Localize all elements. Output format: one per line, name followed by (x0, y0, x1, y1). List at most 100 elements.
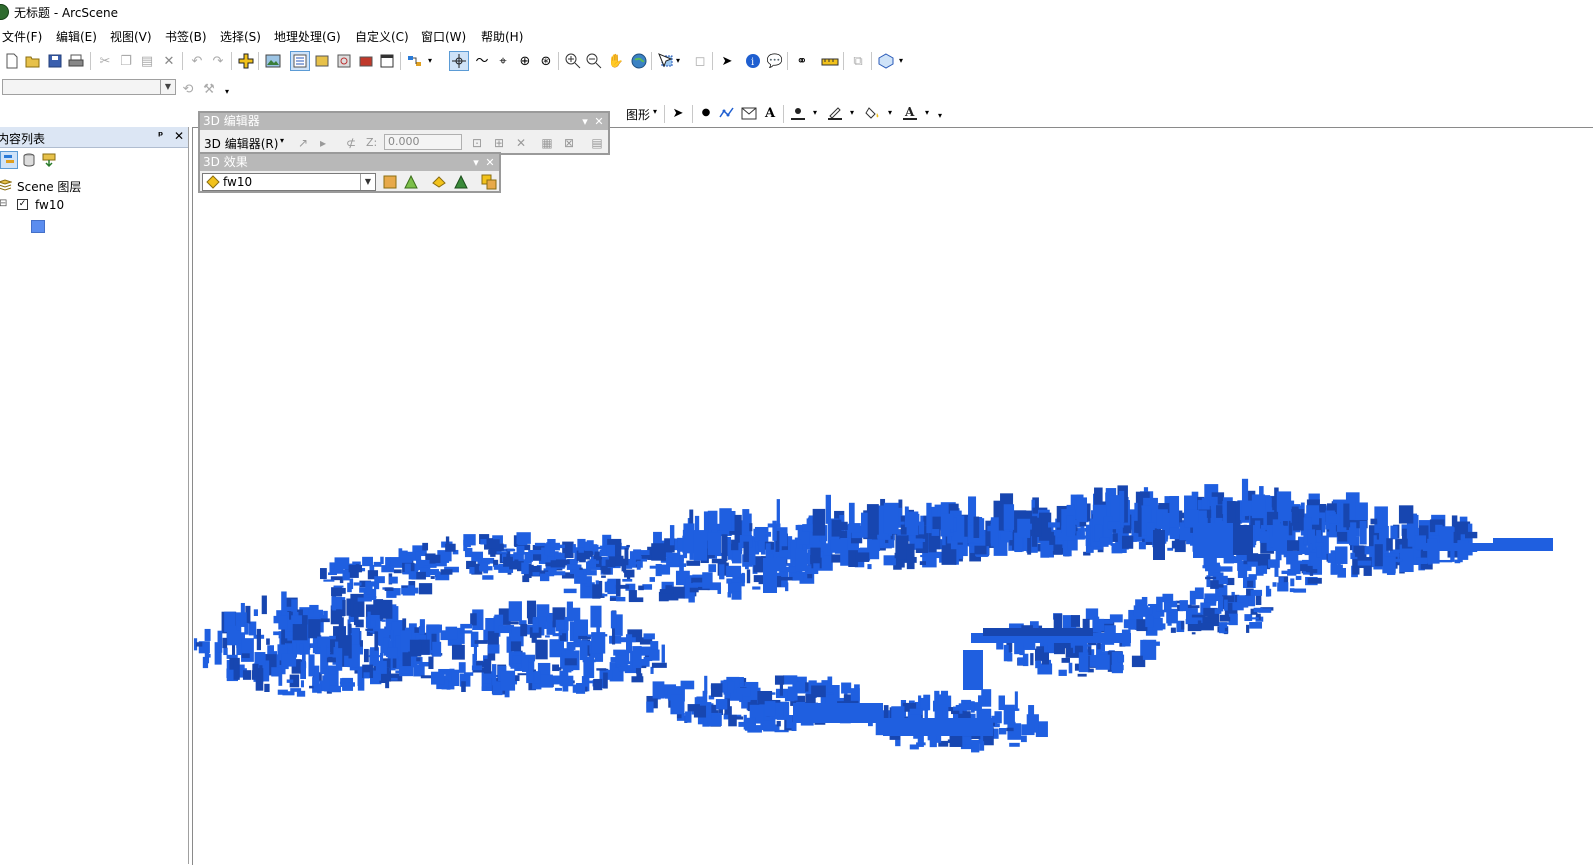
modelbuilder-icon[interactable] (405, 51, 425, 71)
catalog-window-icon[interactable] (312, 51, 332, 71)
scene-view[interactable] (192, 127, 1593, 865)
menu-file[interactable]: 文件(F) (2, 28, 42, 45)
sketch-properties-icon[interactable]: ⊠ (560, 134, 578, 152)
sketch-tool-icon[interactable]: ⊡ (468, 134, 486, 152)
set-observer-icon[interactable]: ⊛ (536, 51, 556, 71)
open-folder-icon[interactable] (23, 51, 43, 71)
rotate-tool-icon[interactable]: ✕ (512, 134, 530, 152)
menu-bookmarks[interactable]: 书签(B) (165, 28, 207, 45)
layer-name[interactable]: fw10 (35, 198, 64, 212)
shading-icon[interactable] (452, 173, 470, 191)
close-icon[interactable]: ✕ (174, 129, 184, 143)
select-elements-arrow-icon[interactable]: ➤ (717, 51, 737, 71)
select-graphic-arrow-icon[interactable]: ➤ (668, 103, 688, 123)
redo-icon[interactable]: ↷ (208, 51, 228, 71)
line-color-icon[interactable] (825, 103, 845, 123)
find-binoculars-icon[interactable]: ⚭ (792, 51, 812, 71)
menu-customize[interactable]: 自定义(C) (355, 28, 409, 45)
copy-icon[interactable]: ❐ (116, 51, 136, 71)
3d-editor-menu[interactable]: 3D 编辑器(R) (204, 135, 278, 152)
measure-icon[interactable] (820, 51, 840, 71)
new-document-icon[interactable] (2, 51, 22, 71)
pan-hand-icon[interactable]: ✋ (606, 51, 626, 71)
text-graphic-icon[interactable]: A (760, 103, 780, 123)
identify-icon[interactable]: i (743, 51, 763, 71)
polygon-graphic-icon[interactable] (739, 103, 759, 123)
list-by-visibility-icon[interactable] (41, 152, 57, 168)
select-dropdown-chevron-icon[interactable]: ▾ (673, 51, 683, 71)
pin-icon[interactable]: ᵖ (158, 129, 163, 142)
attributes-icon[interactable]: ▦ (538, 134, 556, 152)
cut-icon[interactable]: ✂ (95, 51, 115, 71)
edit-vertices-icon[interactable]: ▸ (314, 134, 332, 152)
point-graphic-icon[interactable]: ● (696, 103, 716, 123)
3d-editor-menu-chevron-icon[interactable]: ▾ (280, 136, 284, 145)
zoom-to-target-icon[interactable]: ⊕ (515, 51, 535, 71)
z-value-input[interactable]: 0.000 (384, 134, 462, 150)
dropdown-arrow-icon[interactable]: ▼ (360, 174, 375, 190)
graphics-menu[interactable]: 图形 (626, 106, 650, 123)
html-popup-icon[interactable]: 💬 (765, 51, 785, 71)
layer-transparency-icon[interactable] (381, 173, 399, 191)
polyline-graphic-icon[interactable] (717, 103, 737, 123)
menu-geoprocessing[interactable]: 地理处理(G) (274, 28, 341, 45)
undo-icon[interactable]: ↶ (187, 51, 207, 71)
save-icon[interactable] (45, 51, 65, 71)
clear-selection-icon[interactable]: ◻ (690, 51, 710, 71)
close-icon[interactable]: ✕ (483, 154, 497, 171)
move-tool-icon[interactable]: ⊞ (490, 134, 508, 152)
full-extent-globe-icon[interactable] (629, 51, 649, 71)
list-by-source-icon[interactable] (21, 152, 37, 168)
fill-color-chevron-icon[interactable]: ▾ (888, 108, 892, 117)
georeferencing-icon[interactable]: ⟲ (178, 79, 198, 99)
print-icon[interactable] (66, 51, 86, 71)
edit-tool-icon[interactable]: ↗ (294, 134, 312, 152)
search-window-icon[interactable] (334, 51, 354, 71)
menu-selection[interactable]: 选择(S) (220, 28, 261, 45)
paste-icon[interactable]: ▤ (137, 51, 157, 71)
list-by-drawing-order-icon[interactable] (0, 151, 18, 169)
combo-dropdown-arrow-icon[interactable]: ▼ (160, 80, 175, 94)
fill-color-icon[interactable] (863, 103, 883, 123)
python-window-icon[interactable] (377, 51, 397, 71)
close-icon[interactable]: ✕ (592, 113, 606, 130)
zoom-in-icon[interactable] (563, 51, 583, 71)
fly-tool-icon[interactable]: 〜 (472, 51, 492, 71)
add-data-icon[interactable] (236, 51, 256, 71)
lighting-icon[interactable] (402, 173, 420, 191)
effects-layer-select[interactable]: fw10 ▼ (202, 173, 376, 191)
line-color-chevron-icon[interactable]: ▾ (850, 108, 854, 117)
toolbar-overflow-chevron-icon[interactable]: ▾ (896, 51, 906, 71)
delete-icon[interactable]: ✕ (159, 51, 179, 71)
zoom-out-icon[interactable] (584, 51, 604, 71)
menu-edit[interactable]: 编辑(E) (56, 28, 97, 45)
route-tool-icon[interactable]: ⚒ (199, 79, 219, 99)
depth-priority-icon[interactable] (480, 173, 498, 191)
target-center-icon[interactable]: ⌖ (493, 51, 513, 71)
toolbar-overflow-chevron-icon[interactable]: ▾ (938, 111, 942, 120)
toolbar-options-chevron-icon[interactable]: ▾ (469, 154, 483, 171)
face-culling-icon[interactable] (430, 173, 448, 191)
animation-icon[interactable] (263, 51, 283, 71)
navigate-tool-icon[interactable] (449, 51, 469, 71)
toolbar-overflow-chevron-icon[interactable]: ▾ (425, 51, 435, 71)
3d-view-settings-icon[interactable] (876, 51, 896, 71)
arctoolbox-icon[interactable] (356, 51, 376, 71)
toc-window-icon[interactable] (290, 51, 310, 71)
menu-view[interactable]: 视图(V) (110, 28, 152, 45)
layer-visibility-checkbox[interactable]: ✓ (17, 199, 28, 210)
toolbar-overflow-chevron-icon[interactable]: ▾ (222, 82, 232, 102)
toolbar-options-chevron-icon[interactable]: ▾ (578, 113, 592, 130)
font-color-chevron-icon[interactable]: ▾ (925, 108, 929, 117)
layer-symbol-swatch[interactable] (31, 220, 45, 233)
menu-windows[interactable]: 窗口(W) (421, 28, 466, 45)
marker-color-chevron-icon[interactable]: ▾ (813, 108, 817, 117)
z-value-icon[interactable]: ⊄ (342, 134, 360, 152)
layer-properties-icon[interactable]: ⧉ (848, 51, 868, 71)
layer-combo-box[interactable]: ▼ (2, 79, 176, 95)
collapse-icon[interactable]: ⊟ (0, 198, 7, 209)
create-features-icon[interactable]: ▤ (588, 134, 606, 152)
marker-color-icon[interactable] (788, 103, 808, 123)
font-color-icon[interactable]: A (900, 103, 920, 123)
menu-help[interactable]: 帮助(H) (481, 28, 523, 45)
